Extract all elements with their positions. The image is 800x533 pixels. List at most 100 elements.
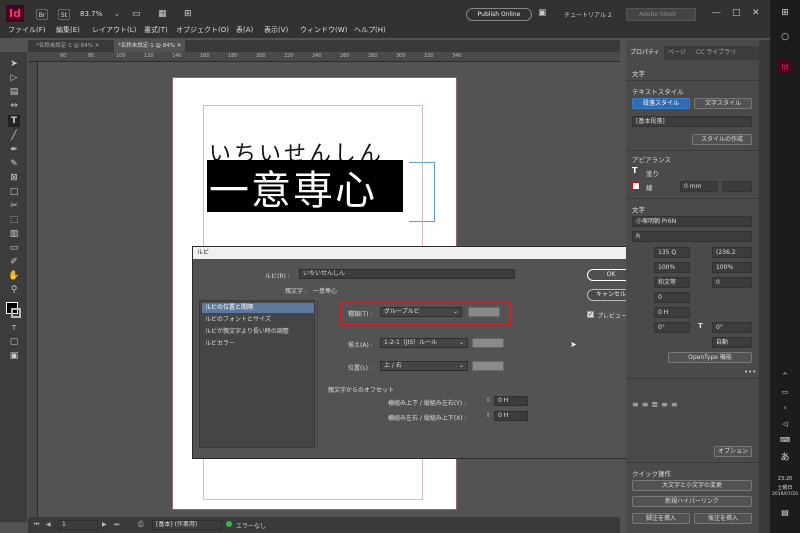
- pen-tool-icon[interactable]: ✒: [8, 144, 20, 156]
- menu-object[interactable]: オブジェクト(O): [176, 25, 229, 35]
- document-tab-2[interactable]: *名称未設定-1 @ 84% ✕: [114, 40, 186, 52]
- rectangle-tool-icon[interactable]: □: [8, 186, 20, 198]
- offset-y-stepper[interactable]: ⇕: [484, 396, 492, 406]
- screen-mode-tool-icon[interactable]: ▣: [8, 350, 20, 362]
- free-transform-tool-icon[interactable]: ⬚: [8, 214, 20, 226]
- arrange-documents-icon[interactable]: ⊞: [184, 9, 192, 19]
- menu-table[interactable]: 表(A): [236, 25, 253, 35]
- page-number-field[interactable]: 1: [58, 520, 98, 530]
- stroke-swatch-icon[interactable]: [11, 308, 21, 318]
- preflight-status[interactable]: エラーなし: [236, 521, 266, 530]
- kerning-field[interactable]: 0: [712, 277, 752, 288]
- eyedropper-tool-icon[interactable]: ✐: [8, 256, 20, 268]
- category-position-spacing[interactable]: ルビの位置と間隔: [202, 303, 314, 313]
- fill-text-icon[interactable]: T: [632, 166, 637, 175]
- menu-edit[interactable]: 編集(E): [56, 25, 80, 35]
- rectangle-frame-tool-icon[interactable]: ⊠: [8, 172, 20, 184]
- zoom-tool-icon[interactable]: ⚲: [8, 284, 20, 296]
- next-page-icon[interactable]: ▶: [102, 521, 107, 528]
- document-tab-1[interactable]: *名称未設定-1 @ 84% ✕: [32, 40, 103, 52]
- network-icon[interactable]: ▭: [770, 388, 800, 396]
- tab-properties[interactable]: プロパティ: [626, 46, 664, 60]
- gradient-tool-icon[interactable]: ▥: [8, 228, 20, 240]
- offset-x-stepper[interactable]: ⇕: [484, 411, 492, 421]
- search-icon[interactable]: ○: [770, 32, 800, 42]
- prev-page-icon[interactable]: ◀: [46, 521, 51, 528]
- line-tool-icon[interactable]: ╱: [8, 130, 20, 142]
- indesign-taskbar-icon[interactable]: Id: [778, 60, 792, 74]
- publish-online-button[interactable]: Publish Online: [466, 8, 532, 21]
- notifications-icon[interactable]: ▤: [770, 508, 800, 517]
- offset-y-input[interactable]: 0 H: [494, 396, 528, 406]
- last-page-icon[interactable]: ⏭: [114, 521, 119, 529]
- tracking-field[interactable]: 0: [654, 292, 690, 303]
- insert-footnote-button[interactable]: 脚注を挿入: [632, 513, 690, 524]
- leading-field[interactable]: (236.2: [712, 247, 752, 258]
- create-style-button[interactable]: スタイルの作成: [692, 134, 752, 145]
- text-frame[interactable]: [409, 162, 435, 222]
- tsume-field[interactable]: 和文等: [654, 277, 690, 288]
- paragraph-align-icons[interactable]: ≡≡≣≡≡: [632, 400, 681, 409]
- menu-help[interactable]: ヘルプ(H): [354, 25, 386, 35]
- font-size-field[interactable]: 135 Q: [654, 247, 690, 258]
- formatting-text-icon[interactable]: T: [8, 322, 20, 334]
- keyboard-icon[interactable]: ⌨: [770, 436, 800, 444]
- gap-tool-icon[interactable]: ⇔: [8, 100, 20, 112]
- ruby-input[interactable]: いちいせんしん: [299, 269, 515, 279]
- position-select[interactable]: 上 / 右 ⌄: [380, 361, 468, 371]
- close-button[interactable]: ✕: [752, 8, 760, 18]
- align-select[interactable]: 1-2-1（JIS）ルール ⌄: [380, 338, 468, 348]
- stroke-none-icon[interactable]: [632, 182, 640, 190]
- change-case-button[interactable]: 大文字と小文字の変更: [632, 480, 752, 491]
- more-options-icon[interactable]: •••: [744, 368, 756, 376]
- type-tool-icon[interactable]: T: [8, 115, 20, 127]
- auto-field[interactable]: 自動: [712, 337, 752, 348]
- type-select[interactable]: グループルビ ⌄: [380, 307, 462, 317]
- paragraph-style-field[interactable]: [基本段落]: [632, 116, 752, 127]
- opentype-button[interactable]: OpenType 機能: [668, 352, 752, 363]
- vertical-scale-field[interactable]: 100%: [654, 262, 690, 273]
- back-icon[interactable]: ‹: [770, 404, 800, 412]
- selection-tool-icon[interactable]: ➤: [8, 58, 20, 70]
- horizontal-scale-field[interactable]: 100%: [712, 262, 752, 273]
- workspace-icon[interactable]: ▣: [538, 8, 547, 18]
- menu-file[interactable]: ファイル(F): [8, 25, 46, 35]
- tab-cc-libraries[interactable]: CC ライブラリ: [692, 46, 740, 60]
- font-style-field[interactable]: R: [632, 231, 752, 242]
- menu-window[interactable]: ウィンドウ(W): [300, 25, 347, 35]
- category-overhang[interactable]: ルビが親文字より長い時の調整: [202, 327, 314, 337]
- font-family-field[interactable]: 小塚明朝 Pr6N: [632, 216, 752, 227]
- options-button[interactable]: オプション: [714, 446, 752, 457]
- maximize-button[interactable]: □: [732, 8, 741, 18]
- adobe-stock-search[interactable]: Adobe Stock: [626, 8, 696, 21]
- offset-x-input[interactable]: 0 H: [494, 411, 528, 421]
- new-hyperlink-button[interactable]: 新規ハイパーリンク: [632, 496, 752, 507]
- stock-button[interactable]: St: [58, 9, 70, 20]
- show-hidden-icons-icon[interactable]: ^: [770, 372, 800, 380]
- base-text[interactable]: 一意専心: [209, 158, 377, 216]
- menu-layout[interactable]: レイアウト(L): [92, 25, 136, 35]
- character-style-button[interactable]: 文字スタイル: [694, 98, 752, 109]
- stroke-weight-field[interactable]: 0 mm: [680, 181, 718, 192]
- category-color[interactable]: ルビカラー: [202, 339, 314, 349]
- insert-endnote-button[interactable]: 後注を挿入: [694, 513, 752, 524]
- scissors-tool-icon[interactable]: ✂: [8, 200, 20, 212]
- normal-mode-icon[interactable]: ▢: [8, 336, 20, 348]
- volume-icon[interactable]: ◁: [770, 420, 800, 428]
- menu-type[interactable]: 書式(T): [144, 25, 168, 35]
- open-page-icon[interactable]: ⎙: [138, 520, 144, 529]
- stroke-type-field[interactable]: [722, 181, 752, 192]
- menu-view[interactable]: 表示(V): [264, 25, 288, 35]
- preview-checkbox[interactable]: ✓: [587, 311, 594, 318]
- zoom-level[interactable]: 83.7%: [80, 10, 102, 18]
- preflight-profile[interactable]: [基本] (作業用): [152, 520, 222, 530]
- rotate-field[interactable]: 0°: [712, 322, 752, 333]
- baseline-shift-field[interactable]: 0 H: [654, 307, 690, 318]
- windows-start-icon[interactable]: ⊞: [770, 8, 800, 18]
- direct-selection-tool-icon[interactable]: ▷: [8, 72, 20, 84]
- hand-tool-icon[interactable]: ✋: [8, 270, 20, 282]
- skew-field[interactable]: 0°: [654, 322, 690, 333]
- pencil-tool-icon[interactable]: ✎: [8, 158, 20, 170]
- first-page-icon[interactable]: ⏮: [34, 521, 39, 529]
- clock-time[interactable]: 23:20: [770, 476, 800, 482]
